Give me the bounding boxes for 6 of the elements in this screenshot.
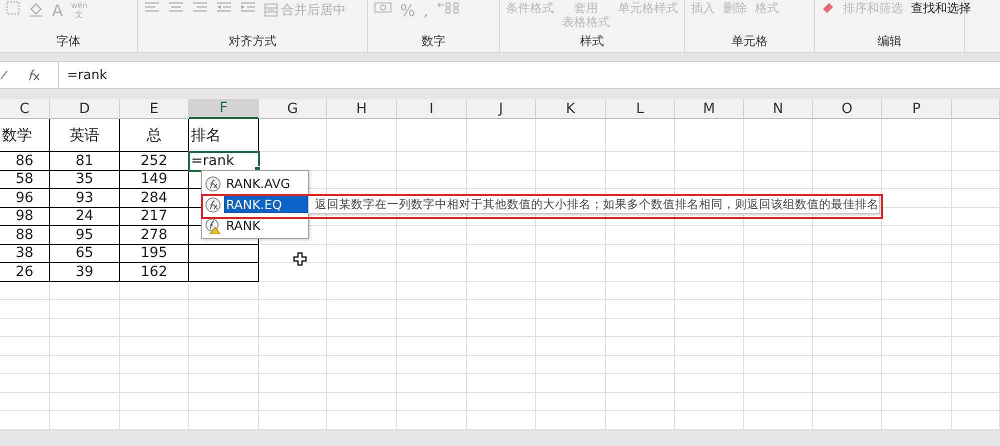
- group-label: 字体: [56, 33, 82, 50]
- group-label: 编辑: [876, 33, 902, 50]
- group-label: 样式: [579, 33, 605, 50]
- group-label: 单元格: [730, 33, 768, 50]
- group-label: 数字: [420, 33, 446, 50]
- group-label: 对齐方式: [228, 33, 278, 50]
